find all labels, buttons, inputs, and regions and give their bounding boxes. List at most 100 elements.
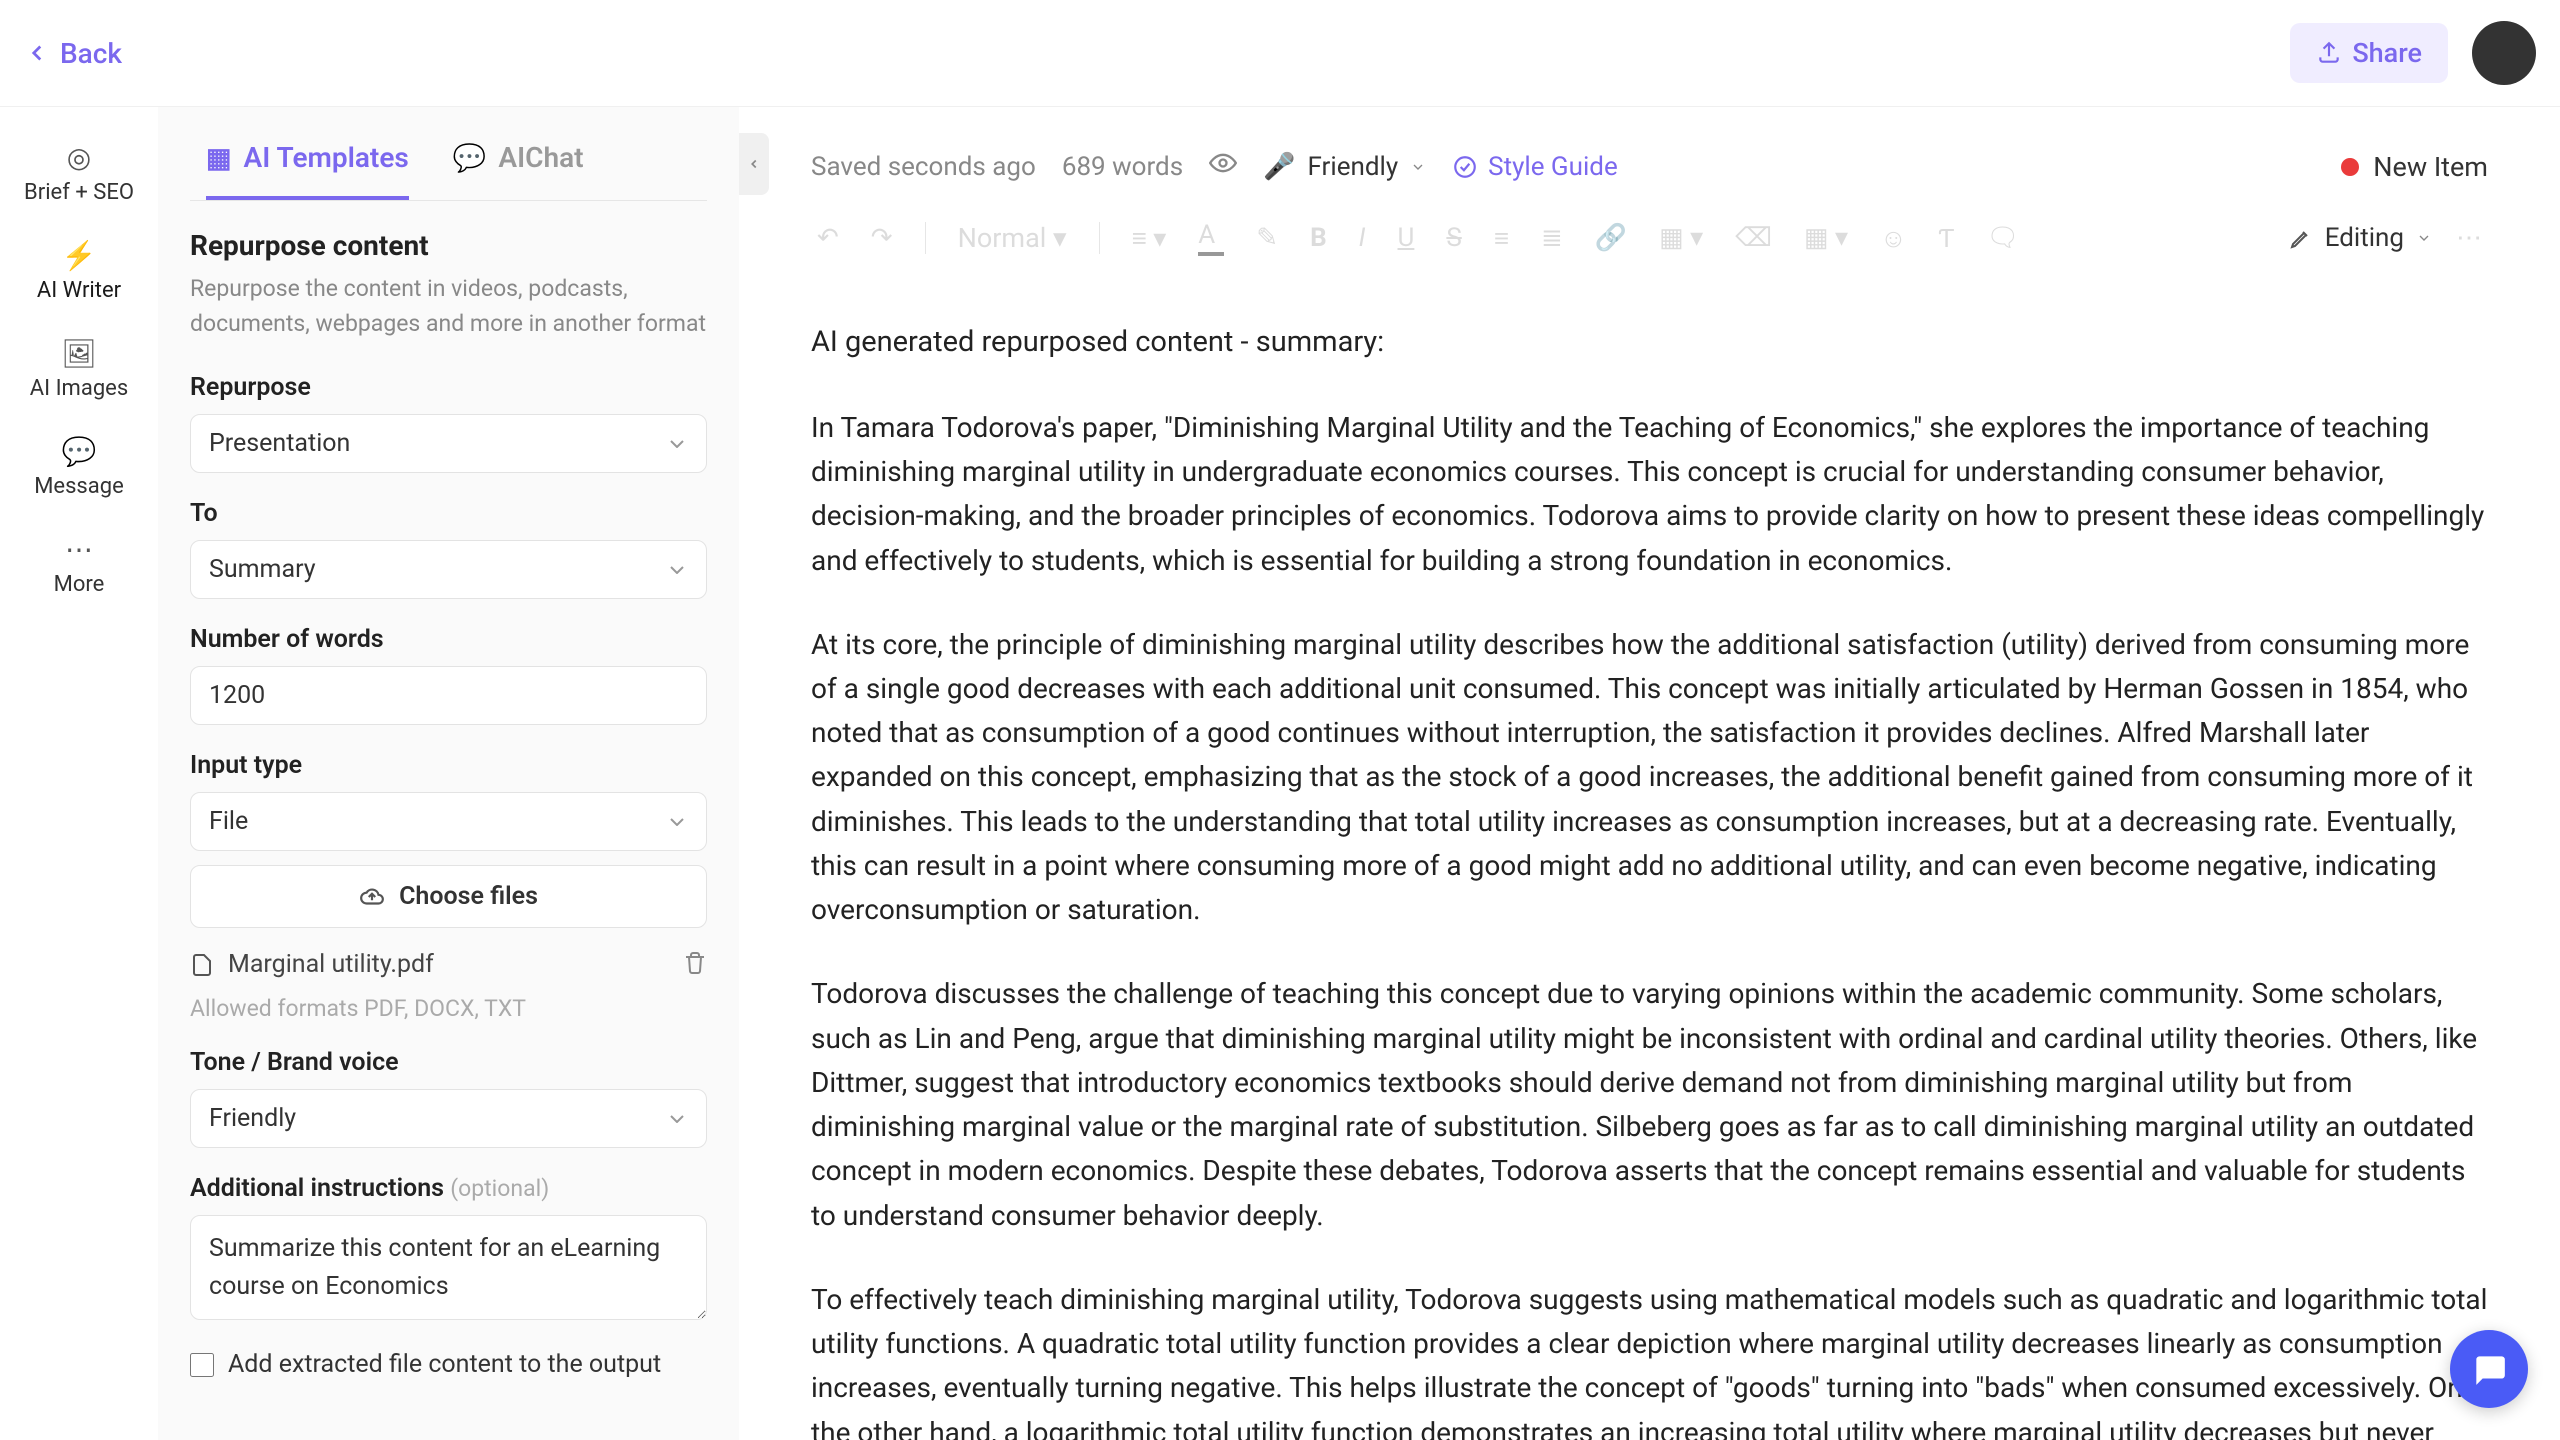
- rail-more[interactable]: ⋯ More: [54, 533, 105, 597]
- to-label: To: [190, 499, 707, 528]
- text-color-button[interactable]: A: [1192, 216, 1230, 260]
- style-guide-label: Style Guide: [1488, 152, 1618, 182]
- file-name: Marginal utility.pdf: [228, 950, 434, 979]
- tt-button[interactable]: Ƭ: [1933, 219, 1961, 258]
- bolt-icon: ⚡: [62, 239, 97, 272]
- repurpose-select[interactable]: Presentation: [190, 414, 707, 473]
- templates-icon: ▦: [206, 142, 232, 174]
- additional-label: Additional instructions (optional): [190, 1174, 707, 1203]
- rail-ai-writer[interactable]: ⚡ AI Writer: [37, 239, 121, 303]
- text-style-dropdown[interactable]: Normal ▾: [952, 218, 1073, 258]
- editing-mode-label: Editing: [2325, 223, 2404, 253]
- file-icon: [190, 953, 214, 977]
- allowed-formats: Allowed formats PDF, DOCX, TXT: [190, 995, 707, 1022]
- choose-files-button[interactable]: Choose files: [190, 865, 707, 928]
- rail-label: Message: [34, 474, 124, 499]
- words-input[interactable]: [190, 666, 707, 725]
- uploaded-file-row: Marginal utility.pdf: [190, 946, 707, 983]
- checkbox-label: Add extracted file content to the output: [228, 1350, 661, 1379]
- image-icon: 🖼: [61, 337, 97, 370]
- new-item-button[interactable]: New Item: [2341, 151, 2488, 183]
- tone-select[interactable]: Friendly: [190, 1089, 707, 1148]
- avatar[interactable]: [2472, 21, 2536, 85]
- redo-button[interactable]: ↷: [865, 219, 899, 257]
- choose-files-label: Choose files: [399, 882, 538, 911]
- tab-label: AIChat: [498, 141, 583, 174]
- undo-button[interactable]: ↶: [811, 219, 845, 257]
- repurpose-label: Repurpose: [190, 373, 707, 402]
- left-rail: ◎ Brief + SEO ⚡ AI Writer 🖼 AI Images 💬 …: [0, 107, 158, 1440]
- back-label: Back: [60, 37, 122, 70]
- tab-ai-templates[interactable]: ▦ AI Templates: [206, 141, 409, 200]
- clear-format-button[interactable]: ⌫: [1729, 219, 1778, 257]
- paragraph: To effectively teach diminishing margina…: [811, 1278, 2488, 1440]
- additional-textarea[interactable]: Summarize this content for an eLearning …: [190, 1215, 707, 1320]
- share-button[interactable]: Share: [2290, 23, 2448, 83]
- bold-button[interactable]: B: [1304, 219, 1333, 257]
- tone-label: Tone / Brand voice: [190, 1048, 707, 1077]
- tone-value: Friendly: [1308, 152, 1399, 182]
- delete-file-button[interactable]: [683, 951, 707, 979]
- underline-button[interactable]: U: [1392, 219, 1421, 257]
- check-badge-icon: [1452, 154, 1478, 180]
- content-title: AI generated repurposed content - summar…: [811, 320, 2488, 366]
- chevron-left-icon: [747, 154, 761, 174]
- ul-button[interactable]: ≡: [1488, 219, 1515, 258]
- intercom-launcher[interactable]: [2450, 1330, 2528, 1408]
- rail-label: More: [54, 572, 105, 597]
- pencil-icon: [2289, 226, 2313, 250]
- mic-icon: 🎤: [1263, 152, 1295, 182]
- cloud-upload-icon: [359, 884, 385, 910]
- style-guide-button[interactable]: Style Guide: [1452, 152, 1618, 182]
- add-extracted-checkbox[interactable]: [190, 1353, 214, 1377]
- rail-label: Brief + SEO: [24, 180, 134, 205]
- tab-ai-chat[interactable]: 💬 AIChat: [453, 141, 584, 200]
- to-select[interactable]: Summary: [190, 540, 707, 599]
- table-button[interactable]: ▦ ▾: [1798, 219, 1854, 257]
- rail-brief-seo[interactable]: ◎ Brief + SEO: [24, 141, 134, 205]
- link-button[interactable]: 🔗: [1589, 219, 1633, 257]
- back-button[interactable]: Back: [24, 37, 122, 70]
- chevron-down-icon: [1410, 159, 1426, 175]
- panel-desc: Repurpose the content in videos, podcast…: [190, 272, 707, 341]
- comment-button[interactable]: 🗨: [1981, 219, 2026, 257]
- input-type-label: Input type: [190, 751, 707, 780]
- strike-button[interactable]: S: [1440, 219, 1467, 257]
- word-count: 689 words: [1062, 152, 1183, 182]
- emoji-button[interactable]: ☺: [1874, 219, 1913, 258]
- paragraph: At its core, the principle of diminishin…: [811, 623, 2488, 933]
- saved-status: Saved seconds ago: [811, 152, 1036, 182]
- rail-label: AI Writer: [37, 278, 121, 303]
- chevron-left-icon: [24, 40, 50, 66]
- ol-button[interactable]: ≣: [1535, 219, 1569, 257]
- embed-button[interactable]: ▦ ▾: [1653, 219, 1709, 257]
- tone-dropdown[interactable]: 🎤 Friendly: [1263, 152, 1426, 182]
- trash-icon: [683, 951, 707, 975]
- editing-mode-dropdown[interactable]: Editing: [2289, 223, 2432, 253]
- tab-label: AI Templates: [244, 141, 409, 174]
- visibility-icon[interactable]: [1209, 149, 1237, 184]
- upload-icon: [2316, 40, 2342, 66]
- editor-content[interactable]: AI generated repurposed content - summar…: [811, 282, 2488, 1440]
- chat-icon: 💬: [453, 142, 487, 174]
- paragraph: Todorova discusses the challenge of teac…: [811, 972, 2488, 1237]
- bullet-list-button[interactable]: ≡ ▾: [1126, 219, 1173, 258]
- highlight-button[interactable]: ✎: [1250, 219, 1284, 257]
- input-type-select[interactable]: File: [190, 792, 707, 851]
- chevron-down-icon: [2416, 230, 2432, 246]
- new-item-label: New Item: [2373, 151, 2488, 183]
- rail-message[interactable]: 💬 Message: [34, 435, 124, 499]
- panel-title: Repurpose content: [190, 229, 707, 262]
- collapse-panel-button[interactable]: [739, 133, 769, 195]
- side-panel: ▦ AI Templates 💬 AIChat Repurpose conten…: [158, 107, 739, 1440]
- chat-bubble-icon: [2470, 1350, 2508, 1388]
- dots-icon: ⋯: [65, 533, 93, 566]
- rail-ai-images[interactable]: 🖼 AI Images: [30, 337, 128, 401]
- italic-button[interactable]: I: [1353, 219, 1372, 257]
- rail-label: AI Images: [30, 376, 128, 401]
- target-icon: ◎: [67, 141, 91, 174]
- message-icon: 💬: [62, 435, 97, 468]
- more-menu-button[interactable]: ⋯: [2450, 219, 2488, 257]
- status-dot-icon: [2341, 158, 2359, 176]
- paragraph: In Tamara Todorova's paper, "Diminishing…: [811, 406, 2488, 583]
